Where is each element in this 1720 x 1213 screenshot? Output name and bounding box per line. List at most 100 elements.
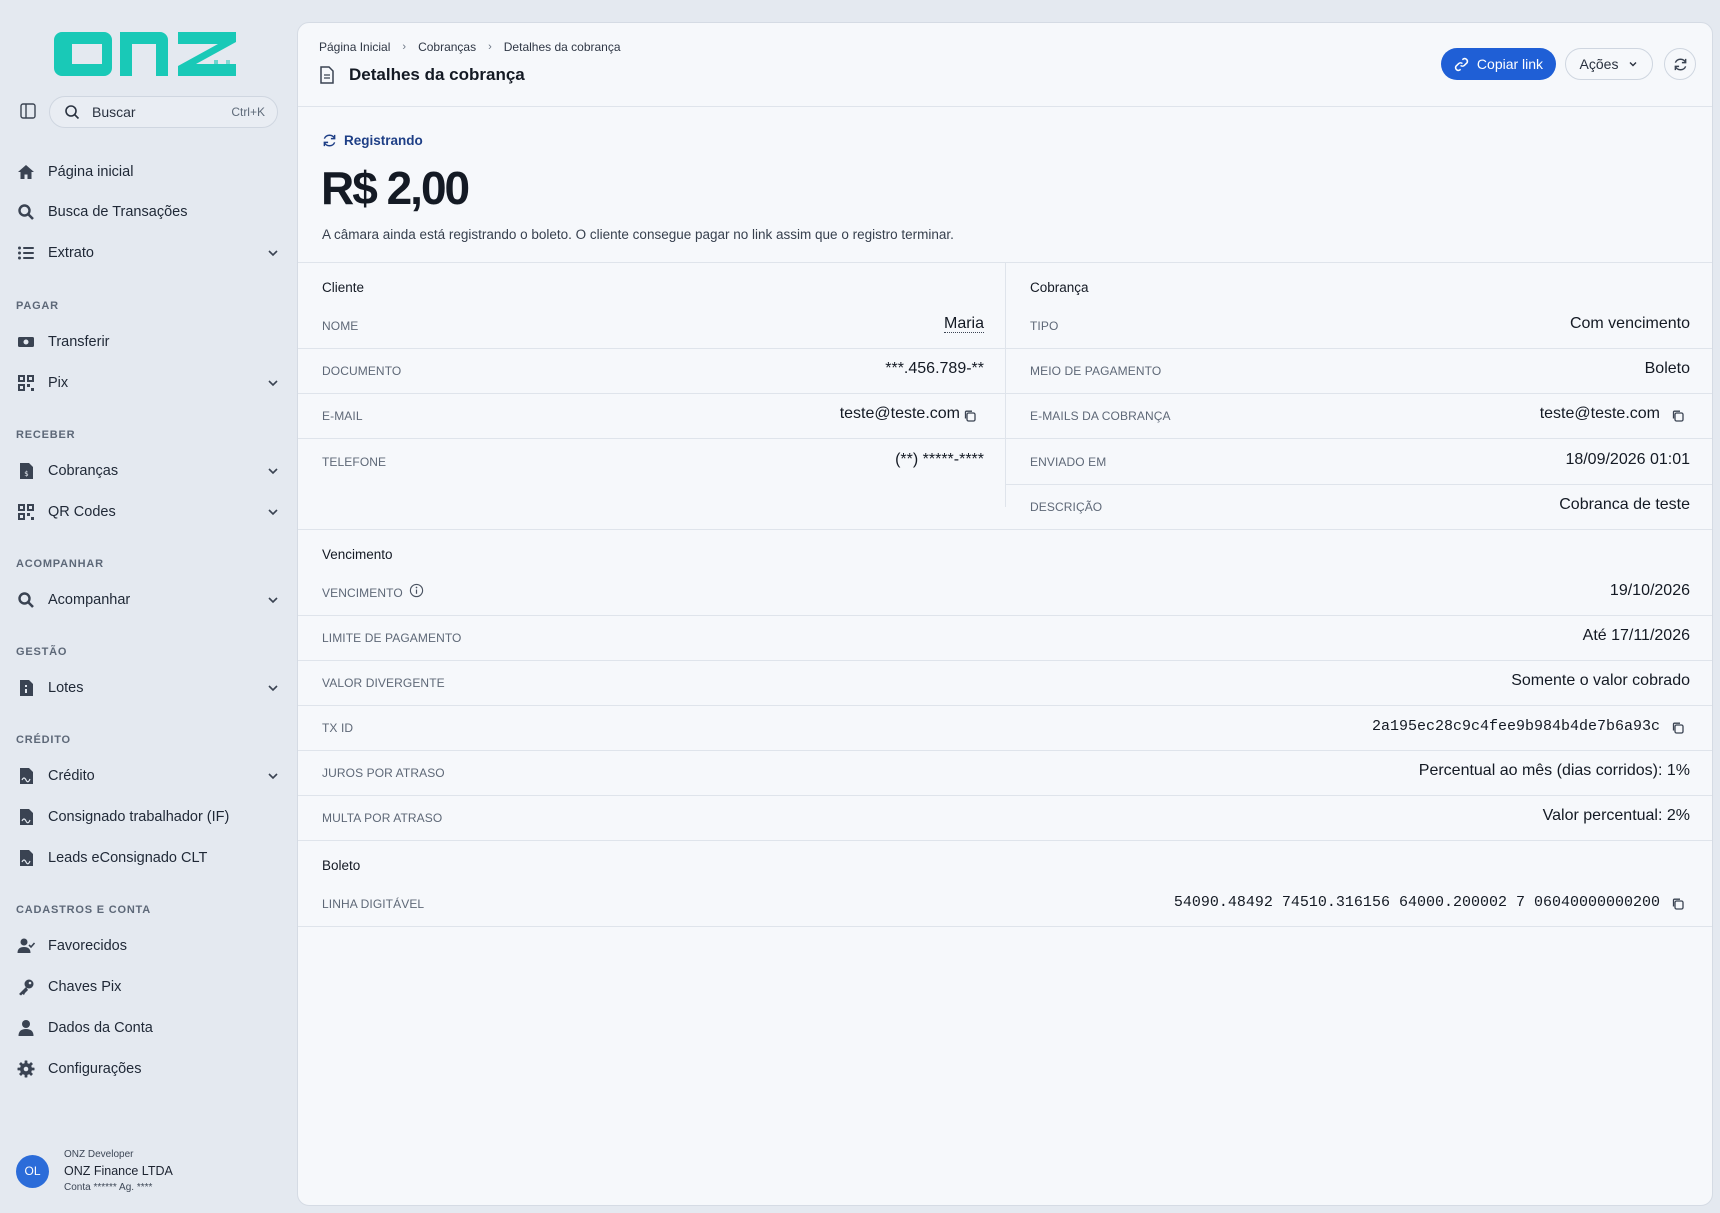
nav-pagina-inicial[interactable]: Página inicial <box>16 155 280 189</box>
search-icon <box>65 105 80 120</box>
nav-busca-transacoes[interactable]: Busca de Transações <box>16 195 280 229</box>
value-descricao: Cobranca de teste <box>1559 496 1690 513</box>
copy-icon[interactable] <box>1671 721 1685 735</box>
nav-configuracoes[interactable]: Configurações <box>16 1052 280 1086</box>
section-cliente-title: Cliente <box>322 280 365 295</box>
nav-label: Acompanhar <box>48 592 131 608</box>
nav-label: Consignado trabalhador (IF) <box>48 809 230 825</box>
column-divider <box>1005 262 1006 507</box>
copy-icon[interactable] <box>963 409 977 423</box>
nav-leads[interactable]: Leads eConsignado CLT <box>16 841 280 875</box>
refresh-button[interactable] <box>1664 48 1696 80</box>
user-icon <box>18 1020 34 1036</box>
divider <box>298 750 1712 751</box>
nav-cobrancas[interactable]: $ Cobranças <box>16 454 280 488</box>
document-icon <box>320 66 334 84</box>
account-user: ONZ Developer <box>64 1149 134 1160</box>
value-vencimento: 19/10/2026 <box>1609 582 1690 599</box>
value-tipo: Com vencimento <box>1569 315 1690 332</box>
nav-transferir[interactable]: Transferir <box>16 325 280 359</box>
divider <box>298 705 1712 706</box>
breadcrumb-home[interactable]: Página Inicial <box>319 40 390 54</box>
value-linha-digitavel: 54090.48492 74510.316156 64000.200002 7 … <box>1173 894 1660 911</box>
section-cadastros: CADASTROS E CONTA <box>16 904 152 916</box>
chevron-down-icon <box>268 380 278 387</box>
nav-label: Transferir <box>48 334 110 350</box>
file-signature-icon <box>20 809 33 825</box>
label-email: E-MAIL <box>322 409 363 423</box>
nav-consignado[interactable]: Consignado trabalhador (IF) <box>16 800 280 834</box>
section-boleto-title: Boleto <box>322 858 361 873</box>
nav-label: Crédito <box>48 768 95 784</box>
divider <box>298 926 1712 927</box>
breadcrumb: Página Inicial › Cobranças › Detalhes da… <box>319 40 621 54</box>
search-input[interactable]: Buscar Ctrl+K <box>49 96 278 128</box>
copy-link-button[interactable]: Copiar link <box>1441 48 1556 80</box>
search-icon <box>18 592 34 608</box>
nav-label: Página inicial <box>48 164 134 180</box>
invoice-icon: $ <box>20 463 33 479</box>
qr-icon <box>18 504 34 520</box>
divider <box>298 660 1712 661</box>
page-title-text: Detalhes da cobrança <box>349 65 525 84</box>
divider <box>298 393 1005 394</box>
nav-label: Chaves Pix <box>48 979 122 995</box>
nav-dados-conta[interactable]: Dados da Conta <box>16 1011 280 1045</box>
chevron-right-icon: › <box>402 41 407 53</box>
breadcrumb-current: Detalhes da cobrança <box>503 40 621 54</box>
section-pagar: PAGAR <box>16 300 59 312</box>
nav-favorecidos[interactable]: Favorecidos <box>16 929 280 963</box>
nav-lotes[interactable]: Lotes <box>16 671 280 705</box>
actions-dropdown[interactable]: Ações <box>1565 48 1653 80</box>
value-limite-pagamento: Até 17/11/2026 <box>1582 627 1690 644</box>
copy-icon[interactable] <box>1671 409 1685 423</box>
home-icon <box>18 165 34 179</box>
breadcrumb-cobrancas[interactable]: Cobranças <box>418 40 476 54</box>
info-icon[interactable] <box>409 583 424 598</box>
user-check-icon <box>17 938 35 953</box>
onz-logo[interactable] <box>54 22 238 76</box>
nav-credito[interactable]: Crédito <box>16 759 280 793</box>
value-enviado-em: 18/09/2026 01:01 <box>1565 451 1690 468</box>
gear-icon <box>17 1060 35 1078</box>
search-icon <box>18 204 34 220</box>
value-valor-divergente: Somente o valor cobrado <box>1511 672 1690 689</box>
nav-chaves-pix[interactable]: Chaves Pix <box>16 970 280 1004</box>
nav-acompanhar[interactable]: Acompanhar <box>16 583 280 617</box>
nav-label: Busca de Transações <box>48 204 188 220</box>
sidebar: Buscar Ctrl+K Página inicial Busca de Tr… <box>0 0 298 1213</box>
avatar: OL <box>16 1154 49 1188</box>
label-juros: JUROS POR ATRASO <box>322 766 445 780</box>
nav-label: Cobranças <box>48 463 119 479</box>
divider <box>298 438 1005 439</box>
nav-qr-codes[interactable]: QR Codes <box>16 495 280 529</box>
label-enviado-em: ENVIADO EM <box>1030 455 1107 469</box>
file-signature-icon <box>20 768 33 784</box>
divider <box>298 529 1712 530</box>
status-label: Registrando <box>344 133 423 148</box>
copy-icon[interactable] <box>1671 897 1685 911</box>
divider <box>298 348 1005 349</box>
value-meio-pagamento: Boleto <box>1644 360 1690 377</box>
refresh-icon <box>323 134 336 147</box>
nav-pix[interactable]: Pix <box>16 366 280 400</box>
nav-label: Lotes <box>48 680 84 696</box>
account-switcher[interactable]: OL ONZ Developer ONZ Finance LTDA Conta … <box>16 1146 286 1196</box>
file-zip-icon <box>20 680 33 696</box>
divider <box>1006 348 1712 349</box>
section-cobranca-title: Cobrança <box>1030 280 1089 295</box>
divider <box>298 615 1712 616</box>
value-nome[interactable]: Maria <box>943 315 984 333</box>
value-telefone: (**) *****-**** <box>895 451 984 468</box>
nav-extrato[interactable]: Extrato <box>16 236 280 270</box>
chevron-down-icon <box>1629 62 1637 67</box>
value-multa: Valor percentual: 2% <box>1542 807 1690 824</box>
link-icon <box>1454 57 1469 71</box>
nav-label: Favorecidos <box>48 938 127 954</box>
sidebar-toggle-icon[interactable] <box>18 101 38 121</box>
value-documento: ***.456.789-** <box>885 360 984 377</box>
label-emails-cobranca: E-MAILS DA COBRANÇA <box>1030 409 1171 423</box>
label-multa: MULTA POR ATRASO <box>322 811 443 825</box>
section-receber: RECEBER <box>16 429 76 441</box>
list-icon <box>18 246 34 260</box>
